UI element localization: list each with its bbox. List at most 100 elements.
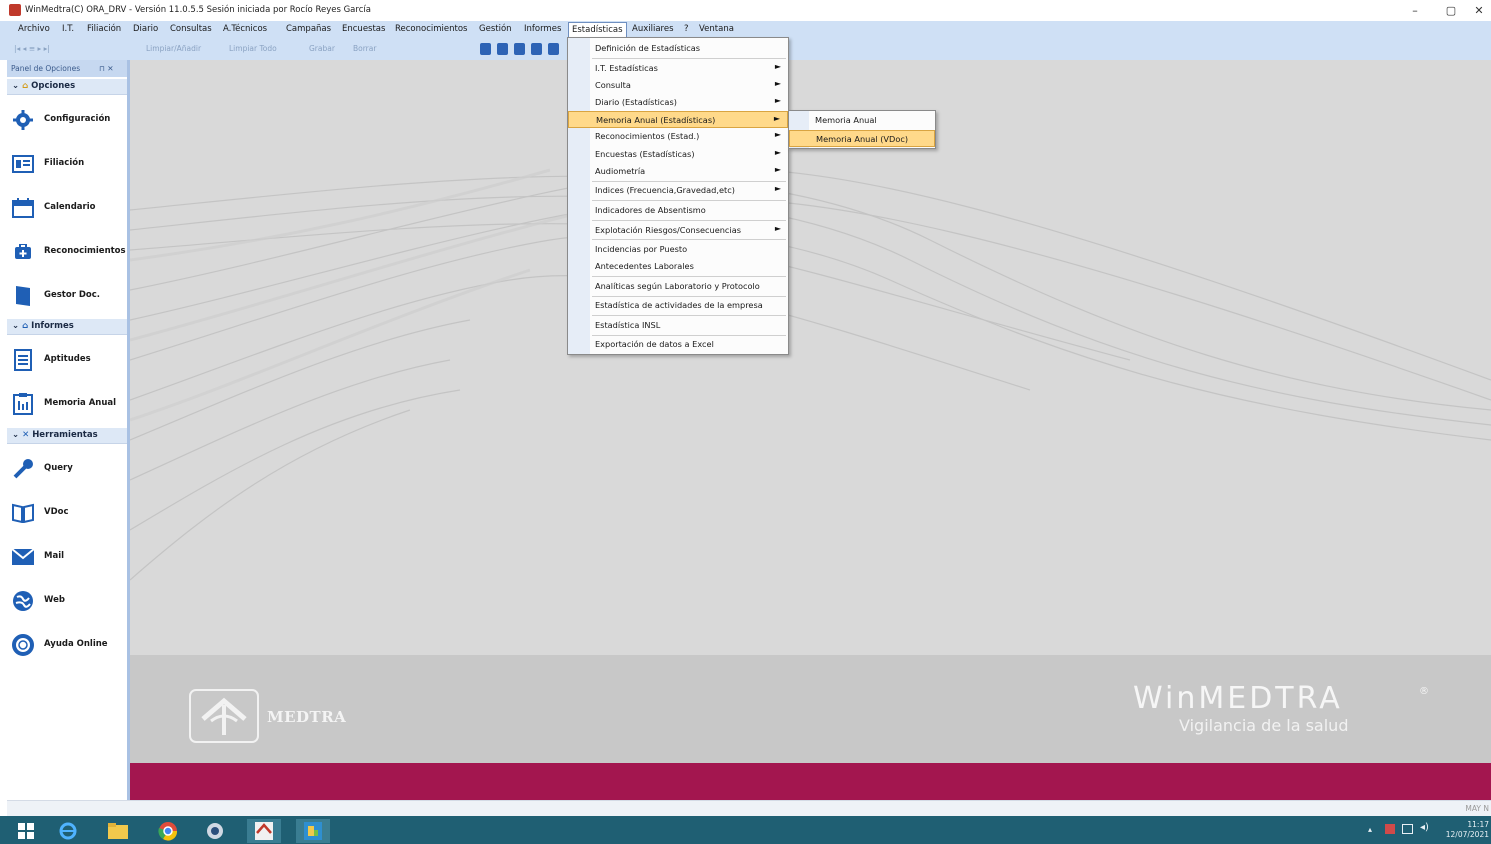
volume-icon[interactable]: ◂) <box>1420 822 1429 833</box>
menu-item-audiometria[interactable]: Audiometría ► <box>568 163 788 180</box>
panel-pin-close-icon[interactable]: ⊓ ✕ <box>99 64 114 73</box>
limpiar-todo-button[interactable]: Limpiar Todo <box>229 44 277 53</box>
minimize-button[interactable]: – <box>1402 3 1428 18</box>
menu-item-diario[interactable]: Diario (Estadísticas) ► <box>568 94 788 111</box>
menu-help[interactable]: ? <box>682 24 691 34</box>
menu-item-actividades-empresa[interactable]: Estadística de actividades de la empresa <box>568 297 788 314</box>
document-icon[interactable] <box>531 43 542 55</box>
winmedtra-task-icon[interactable] <box>247 819 281 843</box>
book-icon <box>12 502 34 524</box>
network-icon[interactable] <box>1402 824 1413 834</box>
menu-item-reconocimientos[interactable]: Reconocimientos (Estad.) ► <box>568 128 788 145</box>
group-opciones[interactable]: ⌄ ⌂ Opciones <box>7 79 127 95</box>
chrome-icon[interactable] <box>151 819 185 843</box>
medical-kit-icon <box>12 241 34 263</box>
menu-item-antecedentes[interactable]: Antecedentes Laborales <box>568 258 788 275</box>
menu-archivo[interactable]: Archivo <box>16 24 52 34</box>
clock[interactable]: 11:17 12/07/2021 <box>1446 820 1489 840</box>
product-name: WinMEDTRA <box>1133 681 1343 716</box>
menu-item-encuestas[interactable]: Encuestas (Estadísticas) ► <box>568 146 788 163</box>
submenu-item-memoria-anual-vdoc[interactable]: Memoria Anual (VDoc) <box>789 130 935 147</box>
chevron-right-icon: ► <box>774 130 781 139</box>
edit-icon[interactable] <box>497 43 508 55</box>
app-icon <box>9 4 21 16</box>
file-explorer-icon[interactable] <box>101 819 135 843</box>
borrar-button[interactable]: Borrar <box>353 44 376 53</box>
tray-flag-icon[interactable] <box>1385 824 1395 834</box>
menu-item-it-estadisticas[interactable]: I.T. Estadísticas ► <box>568 60 788 77</box>
menu-separator <box>592 220 786 221</box>
option-label: Calendario <box>44 202 96 212</box>
chevron-right-icon: ► <box>774 79 781 88</box>
menu-filiacion[interactable]: Filiación <box>85 24 123 34</box>
tray-expand-icon[interactable]: ▴ <box>1368 825 1372 834</box>
search-icon[interactable] <box>480 43 491 55</box>
option-reconocimientos[interactable]: Reconocimientos <box>7 237 127 267</box>
option-gestor-doc[interactable]: Gestor Doc. <box>7 281 127 311</box>
option-aptitudes[interactable]: Aptitudes <box>7 345 127 375</box>
accent-band <box>130 763 1491 800</box>
clock-time: 11:17 <box>1467 820 1489 829</box>
menu-reconocimientos[interactable]: Reconocimientos <box>393 24 469 34</box>
status-bar: MAY N <box>7 800 1491 817</box>
warning-icon[interactable] <box>548 43 559 55</box>
panel-title: Panel de Opciones <box>11 64 81 73</box>
presentation-app-icon[interactable] <box>296 819 330 843</box>
internet-explorer-icon[interactable] <box>51 819 85 843</box>
chevron-right-icon: ► <box>774 148 781 157</box>
close-button[interactable]: ✕ <box>1466 3 1491 18</box>
menu-estadisticas[interactable]: Estadísticas <box>568 22 627 38</box>
menu-diario[interactable]: Diario <box>131 24 160 34</box>
windows-start-icon[interactable] <box>9 819 43 843</box>
menu-it[interactable]: I.T. <box>60 24 76 34</box>
grabar-button[interactable]: Grabar <box>309 44 335 53</box>
lifebuoy-icon <box>12 634 34 656</box>
menu-gestion[interactable]: Gestión <box>477 24 514 34</box>
menu-ventana[interactable]: Ventana <box>697 24 736 34</box>
menu-encuestas[interactable]: Encuestas <box>340 24 387 34</box>
keyboard-status: MAY N <box>1465 804 1489 813</box>
option-mail[interactable]: Mail <box>7 542 127 572</box>
option-calendario[interactable]: Calendario <box>7 193 127 223</box>
option-label: Filiación <box>44 158 85 168</box>
group-herramientas[interactable]: ⌄ ✕ Herramientas <box>7 428 127 444</box>
menu-separator <box>592 200 786 201</box>
option-configuracion[interactable]: Configuración <box>7 105 127 135</box>
menu-item-indices[interactable]: Indices (Frecuencia,Gravedad,etc) ► <box>568 182 788 199</box>
menu-informes[interactable]: Informes <box>522 24 563 34</box>
option-ayuda-online[interactable]: Ayuda Online <box>7 630 127 660</box>
menu-item-analiticas[interactable]: Analíticas según Laboratorio y Protocolo <box>568 278 788 295</box>
submenu-item-memoria-anual[interactable]: Memoria Anual <box>789 112 935 129</box>
menu-auxiliares[interactable]: Auxiliares <box>630 24 676 34</box>
option-web[interactable]: Web <box>7 586 127 616</box>
menu-item-consulta[interactable]: Consulta ► <box>568 77 788 94</box>
maximize-button[interactable]: ▢ <box>1438 3 1464 18</box>
menu-item-memoria-anual[interactable]: Memoria Anual (Estadísticas) ► <box>568 111 788 128</box>
option-vdoc[interactable]: VDoc <box>7 498 127 528</box>
menu-campanas[interactable]: Campañas <box>284 24 333 34</box>
menu-consultas[interactable]: Consultas <box>168 24 214 34</box>
option-memoria-anual[interactable]: Memoria Anual <box>7 389 127 419</box>
nav-first-icon[interactable]: |◂ ◂ ≡ ▸ ▸| <box>14 44 50 53</box>
menu-item-insl[interactable]: Estadística INSL <box>568 317 788 334</box>
group-informes-label: ⌄ ⌂ Informes <box>12 321 74 331</box>
menu-item-absentismo[interactable]: Indicadores de Absentismo <box>568 202 788 219</box>
option-filiacion[interactable]: Filiación <box>7 149 127 179</box>
option-label: Web <box>44 595 65 605</box>
calendar-icon[interactable] <box>514 43 525 55</box>
chevron-right-icon: ► <box>774 224 781 233</box>
menu-atecnicos[interactable]: A.Técnicos <box>221 24 269 34</box>
app-globe-icon[interactable] <box>198 819 232 843</box>
menu-item-definicion[interactable]: Definición de Estadísticas <box>568 40 788 57</box>
group-informes[interactable]: ⌄ ⌂ Informes <box>7 319 127 335</box>
limpiar-anadir-button[interactable]: Limpiar/Añadir <box>146 44 201 53</box>
menu-separator <box>592 239 786 240</box>
group-herramientas-label: ⌄ ✕ Herramientas <box>12 430 98 440</box>
menu-item-riesgos[interactable]: Explotación Riesgos/Consecuencias ► <box>568 222 788 239</box>
chevron-right-icon: ► <box>774 62 781 71</box>
menu-item-exportacion-excel[interactable]: Exportación de datos a Excel <box>568 336 788 353</box>
option-query[interactable]: Query <box>7 454 127 484</box>
globe-icon <box>12 590 34 612</box>
memoria-anual-submenu: Memoria Anual Memoria Anual (VDoc) <box>788 110 936 149</box>
menu-item-incidencias[interactable]: Incidencias por Puesto <box>568 241 788 258</box>
